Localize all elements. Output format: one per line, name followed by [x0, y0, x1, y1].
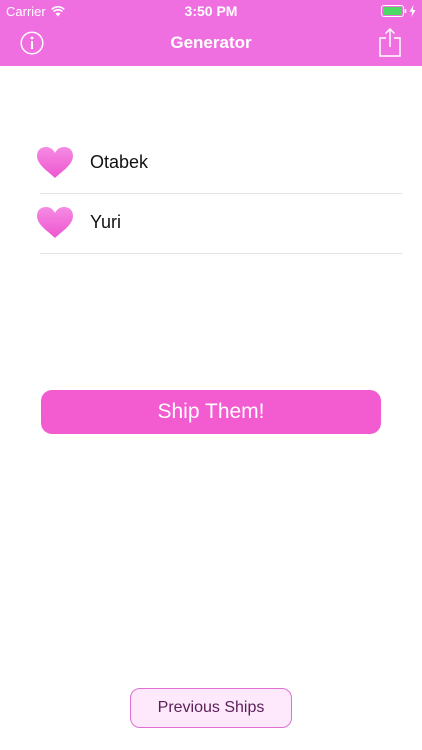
status-bar: Carrier 3:50 PM: [0, 0, 422, 22]
charging-bolt-icon: [409, 5, 416, 17]
heart-icon: [37, 147, 73, 178]
list-item-label: Yuri: [90, 212, 122, 232]
battery-icon: [381, 5, 407, 17]
generator-screen: Carrier 3:50 PM Generator Otabek Yuri Sh…: [0, 0, 422, 750]
top-bar: Carrier 3:50 PM Generator: [0, 0, 422, 66]
navigation-bar: Generator: [0, 22, 422, 66]
status-time: 3:50 PM: [184, 3, 238, 19]
battery-indicator: [381, 5, 416, 17]
share-button[interactable]: [378, 27, 402, 57]
list-item[interactable]: Otabek: [37, 134, 402, 194]
list-item[interactable]: Yuri: [37, 194, 402, 254]
share-icon: [379, 27, 401, 57]
list-item-label: Otabek: [90, 152, 149, 172]
ship-them-button[interactable]: Ship Them!: [41, 390, 381, 434]
heart-icon: [37, 207, 73, 238]
previous-ships-button[interactable]: Previous Ships: [130, 688, 292, 728]
name-list: Otabek Yuri: [36, 134, 402, 254]
page-title: Generator: [170, 33, 252, 52]
